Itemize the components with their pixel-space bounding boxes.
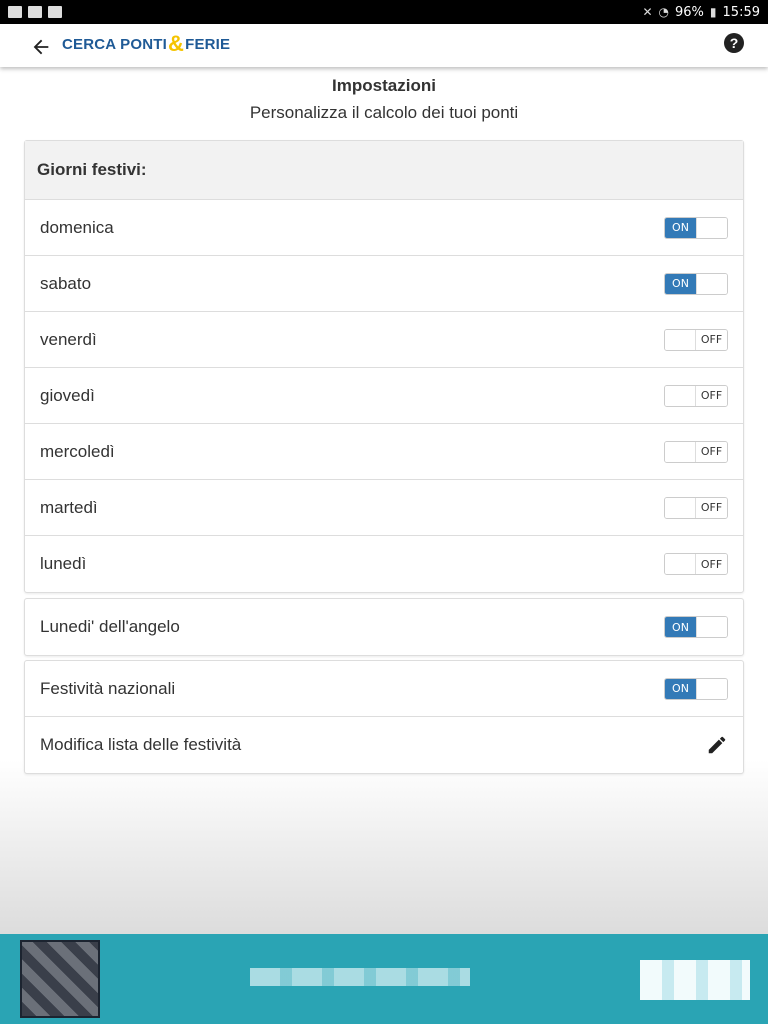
day-label: domenica — [40, 217, 114, 237]
page-title: Impostazioni — [332, 76, 436, 95]
day-label: mercoledì — [40, 441, 115, 461]
national-holidays-row: Festività nazionali ON — [25, 661, 743, 717]
day-toggle[interactable]: OFF — [664, 553, 728, 575]
help-icon[interactable]: ? — [724, 33, 744, 53]
day-toggle[interactable]: OFF — [664, 496, 728, 519]
edit-holidays-label: Modifica lista delle festività — [40, 735, 242, 754]
toggle-handle — [665, 329, 697, 350]
day-row: lunedì OFF — [25, 536, 743, 592]
days-list: domenica ON sabato ON venerdì OFF giovedì OFF me… — [25, 200, 743, 592]
battery-icon: ▮ — [709, 5, 717, 19]
day-row: sabato ON — [25, 256, 743, 312]
app-logo: CERCA PONTI & FERIE — [62, 31, 231, 56]
status-bar: ✕ ◔ 96% ▮ 15:59 — [0, 0, 768, 24]
day-label: lunedì — [40, 554, 87, 573]
toggle-handle — [695, 217, 727, 238]
day-row: martedì OFF — [25, 480, 743, 536]
day-row: mercoledì OFF — [25, 424, 743, 480]
battery-level: 96% — [675, 4, 704, 20]
edit-holidays-row[interactable]: Modifica lista delle festività — [25, 717, 743, 773]
day-toggle[interactable]: OFF — [664, 384, 728, 407]
holidays-card: Giorni festivi: domenica ON sabato ON venerd… — [24, 140, 744, 593]
back-arrow-icon[interactable] — [30, 36, 52, 58]
toggle-state-label: ON — [665, 678, 696, 699]
notification-icons — [8, 6, 62, 18]
day-toggle[interactable]: ON — [664, 216, 728, 239]
national-holidays-card: Festività nazionali ON Modifica lista de… — [24, 660, 744, 774]
angel-monday-row: Lunedi' dell'angelo ON — [25, 599, 743, 655]
page-subtitle: Personalizza il calcolo dei tuoi ponti — [249, 103, 519, 122]
day-row: domenica ON — [25, 200, 743, 256]
toggle-state-label: OFF — [696, 554, 727, 574]
angel-monday-card: Lunedi' dell'angelo ON — [24, 598, 744, 656]
angel-monday-label: Lunedi' dell'angelo — [40, 617, 180, 636]
toggle-state-label: OFF — [696, 441, 727, 462]
toggle-state-label: OFF — [696, 329, 727, 350]
day-toggle[interactable]: OFF — [664, 440, 728, 463]
toggle-handle — [695, 678, 727, 699]
logo-text-2: FERIE — [185, 35, 231, 53]
day-toggle[interactable]: OFF — [664, 328, 728, 351]
toggle-state-label: ON — [665, 273, 696, 294]
toggle-handle — [695, 273, 727, 294]
toggle-state-label: ON — [665, 617, 696, 637]
national-holidays-label: Festività nazionali — [40, 678, 176, 698]
toggle-handle — [695, 617, 727, 637]
image-icon — [8, 6, 22, 18]
mail-icon — [28, 6, 42, 18]
holidays-card-title: Giorni festivi: — [25, 141, 743, 200]
toggle-handle — [665, 441, 697, 462]
logo-ampersand: & — [167, 31, 185, 56]
day-label: venerdì — [40, 329, 97, 349]
toggle-handle — [665, 497, 697, 518]
day-label: martedì — [40, 497, 98, 517]
ad-banner[interactable] — [0, 934, 768, 1024]
app-bar: CERCA PONTI & FERIE ? — [0, 24, 768, 67]
wifi-icon: ◔ — [658, 5, 670, 19]
folder-icon — [48, 6, 62, 18]
day-row: giovedì OFF — [25, 368, 743, 424]
toggle-state-label: ON — [665, 217, 696, 238]
toggle-state-label: OFF — [696, 385, 727, 406]
day-toggle[interactable]: ON — [664, 272, 728, 295]
toggle-handle — [665, 554, 697, 574]
system-icons: ✕ ◔ 96% ▮ 15:59 — [642, 5, 760, 20]
angel-monday-toggle[interactable]: ON — [664, 616, 728, 638]
clock: 15:59 — [722, 4, 760, 20]
toggle-state-label: OFF — [696, 497, 727, 518]
ad-image — [20, 940, 100, 1018]
day-row: venerdì OFF — [25, 312, 743, 368]
pencil-icon[interactable] — [706, 734, 728, 756]
mute-icon: ✕ — [642, 5, 653, 19]
logo-text-1: CERCA PONTI — [62, 35, 167, 53]
ad-button[interactable] — [640, 960, 750, 1000]
day-label: giovedì — [40, 385, 95, 405]
national-holidays-toggle[interactable]: ON — [664, 677, 728, 700]
day-label: sabato — [40, 273, 92, 293]
toggle-handle — [665, 385, 697, 406]
ad-text — [250, 968, 470, 986]
